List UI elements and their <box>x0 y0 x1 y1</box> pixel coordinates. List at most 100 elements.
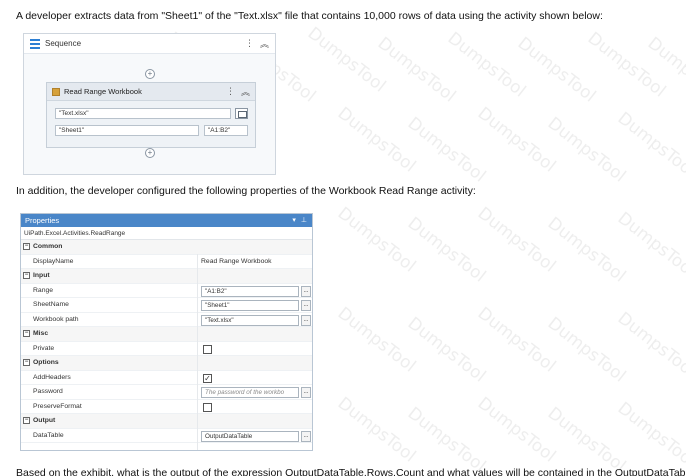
watermark-text: DumpsTool <box>613 108 686 182</box>
watermark-text: DumpsTool <box>643 33 686 107</box>
category-label: Common <box>33 243 63 250</box>
property-row-addheaders: AddHeaders ✓ <box>21 371 312 385</box>
activity-title: Read Range Workbook <box>64 87 142 96</box>
dropdown-icon[interactable]: ▾ <box>292 214 296 227</box>
property-name: SheetName <box>33 301 69 308</box>
workbook-path-field[interactable]: "Text.xlsx" <box>55 108 231 119</box>
category-output[interactable]: − Output <box>21 414 312 429</box>
property-row-datatable: DataTable OutputDataTable... <box>21 429 312 443</box>
category-misc[interactable]: − Misc <box>21 327 312 342</box>
datatable-input[interactable]: OutputDataTable <box>201 430 299 442</box>
range-field[interactable]: "A1:B2" <box>204 125 248 136</box>
property-row-sheetname: SheetName "Sheet1"... <box>21 298 312 313</box>
read-range-workbook-activity[interactable]: Read Range Workbook ⋮ ︽ "Text.xlsx" "She… <box>46 82 256 148</box>
more-options-icon[interactable]: ⋮ <box>245 38 254 49</box>
ellipsis-button[interactable]: ... <box>301 285 311 297</box>
watermark-text: DumpsTool <box>583 28 670 102</box>
property-name: Workbook path <box>33 315 79 323</box>
property-row-workbook-path: Workbook path "Text.xlsx"... <box>21 313 312 327</box>
watermark-text: DumpsTool <box>333 203 420 277</box>
watermark-text: DumpsTool <box>403 113 490 187</box>
password-input[interactable]: The password of the workbo <box>201 387 299 398</box>
watermark-text: DumpsTool <box>543 403 630 476</box>
property-name: PreserveFormat <box>33 402 82 410</box>
sequence-container[interactable]: Sequence ⋮ ︽ + Read Range Workbook ⋮ ︽ "… <box>23 33 276 175</box>
question-intro-text: A developer extracts data from "Sheet1" … <box>16 10 603 22</box>
ellipsis-button[interactable]: ... <box>301 300 311 311</box>
add-activity-bottom-icon[interactable]: + <box>145 148 155 158</box>
pin-icon[interactable]: ⊥ <box>301 214 307 227</box>
ellipsis-button[interactable]: ... <box>301 430 311 442</box>
workbook-path-input[interactable]: "Text.xlsx" <box>201 314 299 326</box>
activity-more-options-icon[interactable]: ⋮ <box>226 86 235 97</box>
browse-folder-icon[interactable] <box>235 108 248 119</box>
watermark-text: DumpsTool <box>303 23 390 97</box>
category-options[interactable]: − Options <box>21 356 312 371</box>
ellipsis-button[interactable]: ... <box>301 387 311 398</box>
activity-header: Read Range Workbook ⋮ ︽ <box>47 83 255 101</box>
watermark-text: DumpsTool <box>333 103 420 177</box>
property-row-preserveformat: PreserveFormat <box>21 400 312 414</box>
property-name: AddHeaders <box>33 373 71 381</box>
property-name: Range <box>33 286 54 294</box>
properties-title-bar: Properties ▾ ⊥ <box>21 214 312 227</box>
collapse-category-icon[interactable]: − <box>23 359 30 366</box>
watermark-text: DumpsTool <box>333 393 420 467</box>
ellipsis-button[interactable]: ... <box>301 314 311 326</box>
addheaders-checkbox[interactable]: ✓ <box>203 373 212 383</box>
watermark-text: DumpsTool <box>473 203 560 277</box>
collapse-category-icon[interactable]: − <box>23 330 30 337</box>
watermark-text: DumpsTool <box>373 33 460 107</box>
sequence-icon <box>30 38 40 49</box>
watermark-text: DumpsTool <box>473 393 560 467</box>
collapse-category-icon[interactable]: − <box>23 243 30 250</box>
collapse-icon[interactable]: ︽ <box>260 37 269 50</box>
collapse-category-icon[interactable]: − <box>23 272 30 279</box>
category-label: Options <box>33 359 59 366</box>
watermark-text: DumpsTool <box>403 403 490 476</box>
property-row-private: Private <box>21 342 312 356</box>
properties-panel: Properties ▾ ⊥ UiPath.Excel.Activities.R… <box>20 213 313 451</box>
category-label: Input <box>33 272 50 279</box>
watermark-text: DumpsTool <box>543 213 630 287</box>
property-name: DisplayName <box>33 257 74 265</box>
property-row-range: Range "A1:B2"... <box>21 284 312 298</box>
watermark-text: DumpsTool <box>333 303 420 377</box>
sheetname-input[interactable]: "Sheet1" <box>201 300 299 311</box>
watermark-text: DumpsTool <box>513 33 600 107</box>
property-row-displayname: DisplayName Read Range Workbook <box>21 255 312 269</box>
activity-collapse-icon[interactable]: ︽ <box>241 85 250 98</box>
property-row-password: Password The password of the workbo... <box>21 385 312 400</box>
category-label: Misc <box>33 330 49 337</box>
sequence-title: Sequence <box>45 39 82 48</box>
properties-title: Properties <box>25 216 60 225</box>
watermark-text: DumpsTool <box>613 398 686 472</box>
activity-type-name: UiPath.Excel.Activities.ReadRange <box>21 227 312 240</box>
property-name: Private <box>33 344 55 352</box>
watermark-text: DumpsTool <box>613 308 686 382</box>
sheet-name-field[interactable]: "Sheet1" <box>55 125 199 136</box>
watermark-text: DumpsTool <box>543 313 630 387</box>
private-checkbox[interactable] <box>203 344 212 354</box>
category-common[interactable]: − Common <box>21 240 312 255</box>
question-middle-text: In addition, the developer configured th… <box>16 185 476 197</box>
watermark-text: DumpsTool <box>613 208 686 282</box>
collapse-category-icon[interactable]: − <box>23 417 30 424</box>
question-bottom-text: Based on the exhibit, what is the output… <box>16 467 686 476</box>
add-activity-top-icon[interactable]: + <box>145 69 155 79</box>
preserveformat-checkbox[interactable] <box>203 402 212 412</box>
property-value[interactable]: Read Range Workbook <box>201 258 272 265</box>
watermark-text: DumpsTool <box>443 28 530 102</box>
range-input[interactable]: "A1:B2" <box>201 285 299 297</box>
watermark-text: DumpsTool <box>543 113 630 187</box>
watermark-text: DumpsTool <box>403 213 490 287</box>
category-label: Output <box>33 417 56 424</box>
property-name: Password <box>33 388 63 395</box>
watermark-text: DumpsTool <box>473 303 560 377</box>
property-grid: − Common DisplayName Read Range Workbook − In… <box>21 240 312 443</box>
watermark-text: DumpsTool <box>473 103 560 177</box>
sequence-header: Sequence ⋮ ︽ <box>24 34 275 54</box>
property-name: DataTable <box>33 431 64 439</box>
excel-icon <box>52 87 60 96</box>
category-input[interactable]: − Input <box>21 269 312 284</box>
